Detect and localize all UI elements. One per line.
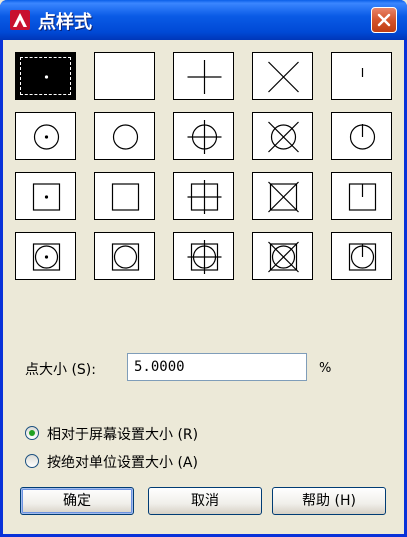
point-style-cross[interactable]	[252, 52, 313, 100]
point-style-circle-square-plus-icon	[187, 240, 222, 274]
point-style-circle-square-plus[interactable]	[173, 232, 234, 280]
autocad-a-icon	[10, 10, 30, 30]
point-style-circle-square-cross[interactable]	[252, 232, 313, 280]
point-style-square-icon	[111, 183, 140, 211]
point-style-square-tick-icon	[348, 183, 377, 211]
point-style-circle-dot[interactable]	[15, 112, 76, 160]
point-style-square-plus-icon	[187, 180, 222, 214]
point-style-circle-square-tick-icon	[348, 243, 377, 271]
point-style-circle-cross[interactable]	[252, 112, 313, 160]
point-style-circle[interactable]	[94, 112, 155, 160]
point-style-plus-icon	[187, 60, 222, 94]
radio-absolute-label: 按绝对单位设置大小 (A)	[47, 455, 198, 471]
point-style-square-dot-icon	[32, 183, 61, 211]
point-style-circle-plus-icon	[187, 120, 222, 154]
point-style-circle-tick-icon	[349, 124, 376, 150]
point-style-circle-icon	[112, 124, 139, 150]
help-button[interactable]: 帮助 (H)	[272, 487, 386, 515]
ok-button-label: 确定	[63, 493, 91, 509]
point-style-circle-square-dot-icon	[32, 243, 61, 271]
point-size-label: 点大小 (S):	[25, 362, 96, 378]
radio-relative-to-screen[interactable]: 相对于屏幕设置大小 (R)	[25, 424, 255, 446]
point-style-square[interactable]	[94, 172, 155, 220]
cancel-button-label: 取消	[191, 493, 219, 509]
point-style-square-cross[interactable]	[252, 172, 313, 220]
point-style-circle-square-dot[interactable]	[15, 232, 76, 280]
point-style-circle-plus[interactable]	[173, 112, 234, 160]
close-button[interactable]	[371, 7, 397, 33]
help-button-label: 帮助 (H)	[302, 493, 356, 509]
point-style-dot-icon	[44, 75, 49, 79]
point-style-dot[interactable]	[15, 52, 76, 100]
point-style-none-icon	[95, 53, 156, 101]
cancel-button[interactable]: 取消	[148, 487, 262, 515]
point-style-grid	[15, 52, 395, 282]
point-style-square-cross-icon	[268, 181, 299, 213]
point-size-input[interactable]	[127, 353, 307, 381]
point-size-unit: %	[319, 361, 332, 376]
title-bar[interactable]: 点样式	[0, 0, 407, 40]
radio-selected-icon	[25, 426, 39, 440]
point-style-tick-icon	[361, 68, 364, 77]
close-icon	[377, 13, 391, 27]
point-style-plus[interactable]	[173, 52, 234, 100]
point-style-circle-cross-icon	[268, 121, 299, 153]
point-style-circle-square-icon	[111, 243, 140, 271]
point-style-circle-square[interactable]	[94, 232, 155, 280]
point-style-dialog: 点样式 点大小 (S): % 相对于屏幕设置大小 (R) 按绝对单位设置大小 (…	[0, 0, 407, 537]
radio-absolute-units[interactable]: 按绝对单位设置大小 (A)	[25, 452, 255, 474]
ok-button[interactable]: 确定	[20, 487, 134, 515]
point-style-tick[interactable]	[331, 52, 392, 100]
point-style-circle-dot-icon	[33, 124, 60, 150]
point-style-circle-square-cross-icon	[268, 241, 299, 273]
point-style-square-dot[interactable]	[15, 172, 76, 220]
radio-relative-label: 相对于屏幕设置大小 (R)	[47, 427, 199, 443]
point-style-cross-icon	[268, 61, 299, 93]
point-style-none[interactable]	[94, 52, 155, 100]
window-title: 点样式	[38, 12, 92, 33]
point-style-square-plus[interactable]	[173, 172, 234, 220]
point-style-circle-square-tick[interactable]	[331, 232, 392, 280]
point-style-circle-tick[interactable]	[331, 112, 392, 160]
point-style-square-tick[interactable]	[331, 172, 392, 220]
radio-unselected-icon	[25, 454, 39, 468]
